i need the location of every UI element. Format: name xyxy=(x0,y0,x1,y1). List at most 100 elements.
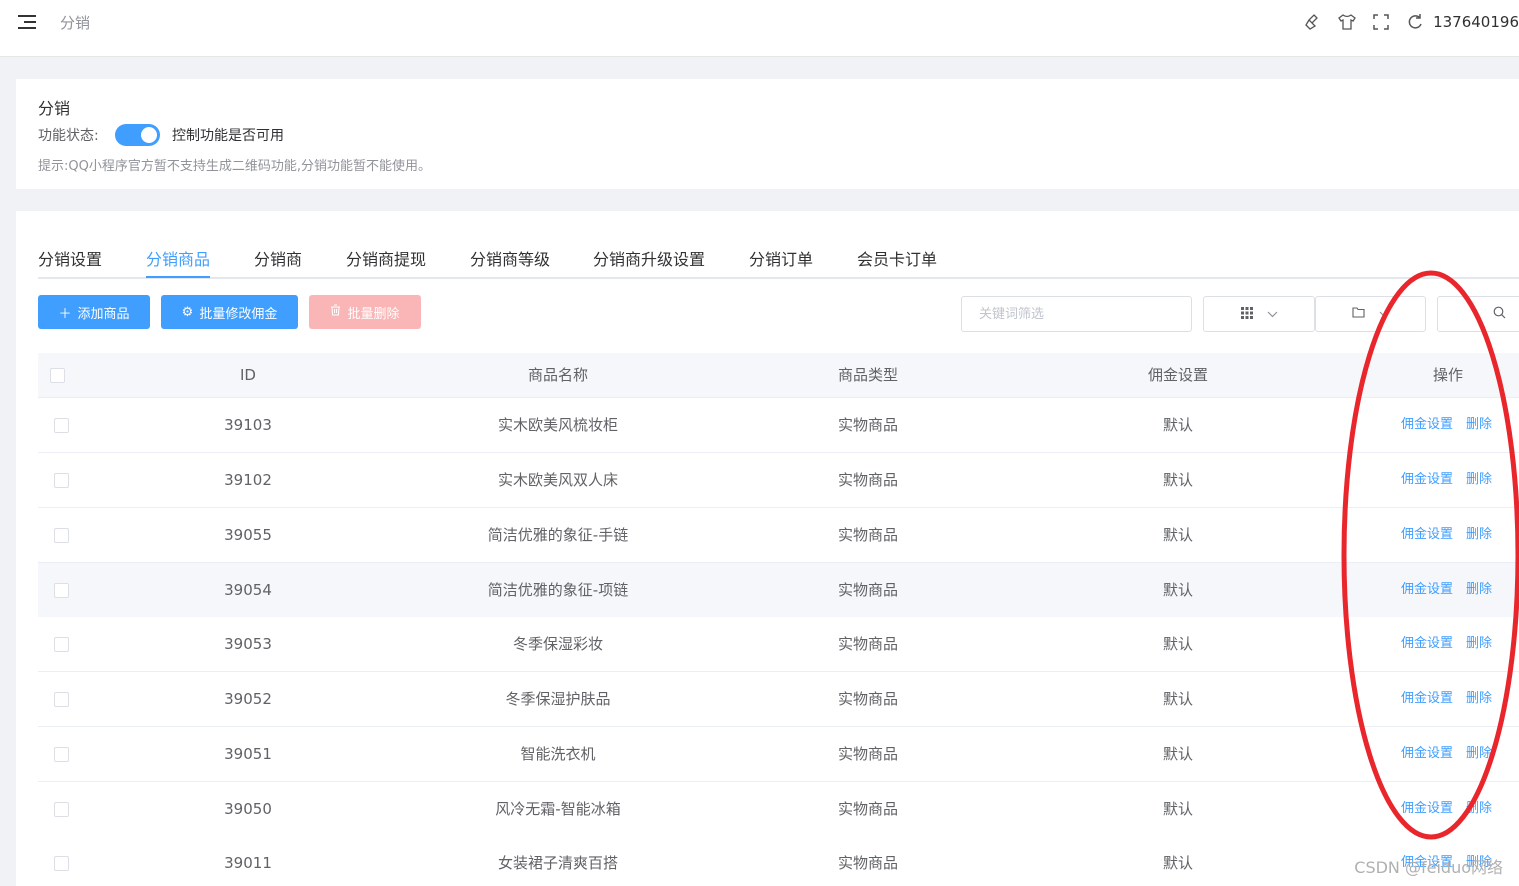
commission-settings-link[interactable]: 佣金设置 xyxy=(1401,472,1453,487)
tab-membership-card-orders[interactable]: 会员卡订单 xyxy=(857,246,937,270)
column-header-id: ID xyxy=(240,366,256,384)
function-toggle-switch[interactable] xyxy=(115,124,160,146)
row-checkbox[interactable] xyxy=(54,528,69,543)
delete-link[interactable]: 删除 xyxy=(1466,472,1492,487)
gear-icon: ⚙ xyxy=(181,304,194,320)
add-goods-button[interactable]: ＋ 添加商品 xyxy=(38,295,150,329)
batch-edit-commission-label: 批量修改佣金 xyxy=(199,306,278,322)
row-actions: 佣金设置 删除 xyxy=(1401,782,1492,836)
cell-type: 实物商品 xyxy=(837,526,898,544)
commission-settings-link[interactable]: 佣金设置 xyxy=(1401,527,1453,542)
add-goods-label: 添加商品 xyxy=(77,306,130,322)
cell-name: 实木欧美风双人床 xyxy=(497,471,618,489)
cell-commission: 默认 xyxy=(1162,471,1193,489)
tabs-bar: 分销设置 分销商品 分销商 分销商提现 分销商等级 分销商升级设置 分销订单 会… xyxy=(38,241,1519,279)
column-header-type: 商品类型 xyxy=(837,366,898,384)
keyword-filter-input[interactable] xyxy=(961,296,1192,332)
search-button[interactable] xyxy=(1437,296,1519,332)
cell-id: 39055 xyxy=(224,526,272,544)
top-right-actions: 137640196 xyxy=(1289,10,1519,34)
commission-settings-link[interactable]: 佣金设置 xyxy=(1401,417,1453,432)
cell-type: 实物商品 xyxy=(837,471,898,489)
tab-distributor-upgrade-settings[interactable]: 分销商升级设置 xyxy=(593,246,705,270)
top-bar: 分销 137640196 xyxy=(0,0,1519,57)
tab-distribution-goods[interactable]: 分销商品 xyxy=(146,246,210,270)
delete-link[interactable]: 删除 xyxy=(1466,746,1492,761)
cell-id: 39051 xyxy=(224,745,272,763)
broom-icon[interactable] xyxy=(1303,12,1323,32)
row-actions: 佣金设置 删除 xyxy=(1401,672,1492,726)
cell-id: 39102 xyxy=(224,471,272,489)
row-actions: 佣金设置 删除 xyxy=(1401,508,1492,562)
delete-link[interactable]: 删除 xyxy=(1466,691,1492,706)
cell-type: 实物商品 xyxy=(837,635,898,653)
menu-toggle-icon[interactable] xyxy=(18,14,38,30)
cell-commission: 默认 xyxy=(1162,526,1193,544)
batch-delete-label: 批量删除 xyxy=(347,306,400,322)
delete-link[interactable]: 删除 xyxy=(1466,417,1492,432)
cell-type: 实物商品 xyxy=(837,800,898,818)
distribution-goods-card: 分销设置 分销商品 分销商 分销商提现 分销商等级 分销商升级设置 分销订单 会… xyxy=(16,211,1519,886)
tab-distributor-levels[interactable]: 分销商等级 xyxy=(470,246,550,270)
refresh-icon[interactable] xyxy=(1405,12,1425,32)
table-row: 39053 冬季保湿彩妆 实物商品 默认 佣金设置 删除 xyxy=(38,617,1519,672)
row-checkbox[interactable] xyxy=(54,583,69,598)
row-checkbox[interactable] xyxy=(54,473,69,488)
delete-link[interactable]: 删除 xyxy=(1466,527,1492,542)
table-row: 39103 实木欧美风梳妆柜 实物商品 默认 佣金设置 删除 xyxy=(38,398,1519,453)
row-checkbox[interactable] xyxy=(54,802,69,817)
table-row: 39054 简洁优雅的象征-项链 实物商品 默认 佣金设置 删除 xyxy=(38,563,1519,618)
delete-link[interactable]: 删除 xyxy=(1466,636,1492,651)
cell-id: 39053 xyxy=(224,635,272,653)
row-checkbox[interactable] xyxy=(54,637,69,652)
row-checkbox[interactable] xyxy=(54,747,69,762)
cell-id: 39050 xyxy=(224,800,272,818)
cell-commission: 默认 xyxy=(1162,635,1193,653)
commission-settings-link[interactable]: 佣金设置 xyxy=(1401,582,1453,597)
cell-commission: 默认 xyxy=(1162,690,1193,708)
batch-edit-commission-button[interactable]: ⚙ 批量修改佣金 xyxy=(161,295,298,329)
user-account[interactable]: 137640196 xyxy=(1433,13,1519,31)
cell-id: 39054 xyxy=(224,581,272,599)
row-actions: 佣金设置 删除 xyxy=(1401,563,1492,617)
shirt-icon[interactable] xyxy=(1337,12,1357,32)
row-checkbox[interactable] xyxy=(54,418,69,433)
commission-settings-link[interactable]: 佣金设置 xyxy=(1401,691,1453,706)
cell-name: 实木欧美风梳妆柜 xyxy=(497,416,618,434)
section-title: 分销 xyxy=(38,99,71,118)
tab-distributors[interactable]: 分销商 xyxy=(254,246,302,270)
cell-type: 实物商品 xyxy=(837,690,898,708)
table-row: 39055 简洁优雅的象征-手链 实物商品 默认 佣金设置 删除 xyxy=(38,508,1519,563)
table-row: 39050 风冷无霜-智能冰箱 实物商品 默认 佣金设置 删除 xyxy=(38,782,1519,837)
breadcrumb[interactable]: 分销 xyxy=(60,12,90,33)
row-checkbox[interactable] xyxy=(54,856,69,871)
tab-distribution-orders[interactable]: 分销订单 xyxy=(749,246,813,270)
table-row: 39052 冬季保湿护肤品 实物商品 默认 佣金设置 删除 xyxy=(38,672,1519,727)
fullscreen-icon[interactable] xyxy=(1371,12,1391,32)
commission-settings-link[interactable]: 佣金设置 xyxy=(1401,801,1453,816)
table-row: 39102 实木欧美风双人床 实物商品 默认 佣金设置 删除 xyxy=(38,453,1519,508)
cell-name: 简洁优雅的象征-手链 xyxy=(487,526,629,544)
table-row: 39051 智能洗衣机 实物商品 默认 佣金设置 删除 xyxy=(38,727,1519,782)
cell-name: 智能洗衣机 xyxy=(520,745,596,763)
cell-commission: 默认 xyxy=(1162,581,1193,599)
row-actions: 佣金设置 删除 xyxy=(1401,727,1492,781)
cell-id: 39011 xyxy=(224,854,272,872)
group-select[interactable] xyxy=(1315,296,1426,332)
batch-delete-button[interactable]: 批量删除 xyxy=(309,295,421,329)
plus-icon: ＋ xyxy=(58,306,72,322)
delete-link[interactable]: 删除 xyxy=(1466,801,1492,816)
tab-distributor-withdrawal[interactable]: 分销商提现 xyxy=(346,246,426,270)
cell-name: 简洁优雅的象征-项链 xyxy=(487,581,629,599)
tip-text: 提示:QQ小程序官方暂不支持生成二维码功能,分销功能暂不能使用。 xyxy=(38,159,431,174)
table-header: ID 商品名称 商品类型 佣金设置 操作 xyxy=(38,353,1519,398)
row-checkbox[interactable] xyxy=(54,692,69,707)
delete-link[interactable]: 删除 xyxy=(1466,582,1492,597)
commission-settings-link[interactable]: 佣金设置 xyxy=(1401,636,1453,651)
commission-settings-link[interactable]: 佣金设置 xyxy=(1401,746,1453,761)
column-header-actions: 操作 xyxy=(1432,366,1463,384)
category-select[interactable] xyxy=(1203,296,1315,332)
tab-distribution-settings[interactable]: 分销设置 xyxy=(38,246,102,270)
select-all-checkbox[interactable] xyxy=(50,368,65,383)
active-tab-indicator xyxy=(146,276,210,278)
